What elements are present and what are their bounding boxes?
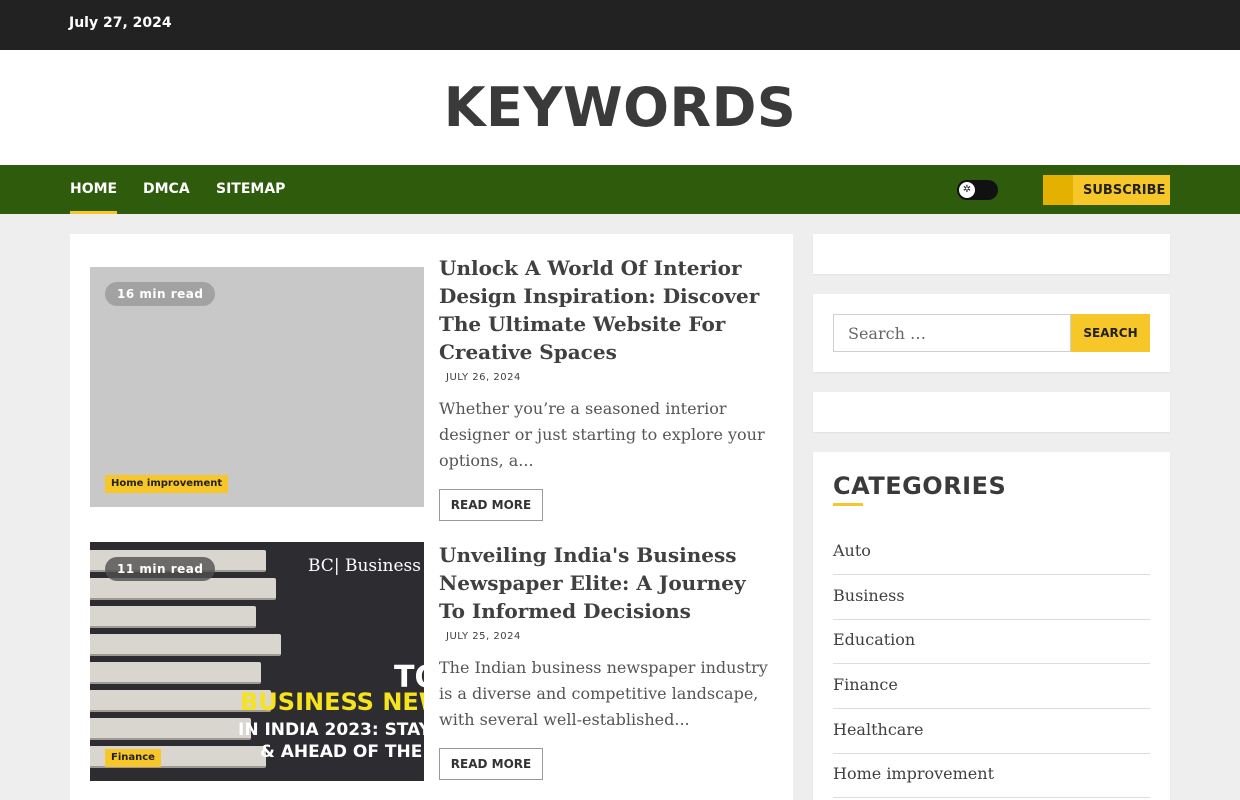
category-link-business[interactable]: Business (833, 575, 1150, 620)
sidebar-widget-empty (813, 234, 1170, 274)
nav-item-home[interactable]: Home (70, 165, 118, 214)
post-date: July 25, 2024 (446, 631, 521, 642)
current-date: July 27, 2024 (69, 15, 172, 31)
image-headline-text: IN INDIA 2023: STAY INFO (238, 720, 424, 740)
site-title[interactable]: KEYWORDS (0, 76, 1240, 139)
subscribe-button[interactable]: Subscribe (1043, 175, 1170, 205)
category-label: Business (833, 586, 905, 605)
post-thumbnail[interactable]: 16 min read Home improvement (90, 267, 424, 507)
read-more-button[interactable]: Read More (439, 748, 543, 780)
category-badge[interactable]: Finance (105, 749, 161, 767)
post-excerpt: The Indian business newspaper industry i… (439, 658, 768, 729)
top-bar: July 27, 2024 (0, 0, 1240, 50)
post-title[interactable]: Unlock A World Of Interior Design Inspir… (439, 254, 774, 366)
image-headline-text: & AHEAD OF THE C (260, 742, 424, 762)
category-link-healthcare[interactable]: Healthcare (833, 709, 1150, 754)
newspaper-stack-art (90, 634, 281, 656)
nav-item-dmca[interactable]: DMCA (143, 165, 190, 214)
newspaper-stack-art (90, 718, 251, 740)
image-logo-text: BC| Business Co (308, 556, 424, 576)
read-time-badge: 16 min read (105, 282, 216, 306)
bell-icon (1043, 175, 1073, 205)
dark-mode-toggle[interactable]: ✲ (957, 180, 998, 200)
image-headline-text: BUSINESS NEWSPA (240, 688, 424, 716)
category-label: Auto (833, 541, 871, 560)
category-label: Home improvement (833, 764, 995, 783)
category-link-education[interactable]: Education (833, 619, 1150, 664)
category-label: Healthcare (833, 720, 924, 739)
sidebar-widget-empty (813, 392, 1170, 432)
post-title[interactable]: Unveiling India's Business Newspaper Eli… (439, 541, 774, 625)
post-date: July 26, 2024 (446, 372, 521, 383)
title-underline (833, 503, 863, 506)
category-link-auto[interactable]: Auto (833, 530, 1150, 575)
categories-title: Categories (833, 472, 1007, 500)
category-link-home-improvement[interactable]: Home improvement (833, 753, 1150, 798)
newspaper-stack-art (90, 606, 256, 628)
newspaper-stack-art (90, 578, 276, 600)
site-header: KEYWORDS (0, 50, 1240, 165)
category-label: Education (833, 630, 916, 649)
post-thumbnail[interactable]: BC| Business Co TO BUSINESS NEWSPA IN IN… (90, 542, 424, 781)
search-button[interactable]: Search (1071, 314, 1150, 352)
read-more-button[interactable]: Read More (439, 489, 543, 521)
category-badge[interactable]: Home improvement (105, 475, 229, 493)
category-link-finance[interactable]: Finance (833, 664, 1150, 709)
newspaper-stack-art (90, 662, 261, 684)
category-label: Finance (833, 675, 898, 694)
read-time-badge: 11 min read (105, 557, 216, 581)
search-input[interactable] (833, 314, 1071, 352)
sun-icon: ✲ (959, 182, 975, 198)
post-excerpt: Whether you’re a seasoned interior desig… (439, 399, 765, 470)
subscribe-label: Subscribe (1083, 182, 1166, 198)
nav-item-sitemap[interactable]: Sitemap (216, 165, 285, 214)
